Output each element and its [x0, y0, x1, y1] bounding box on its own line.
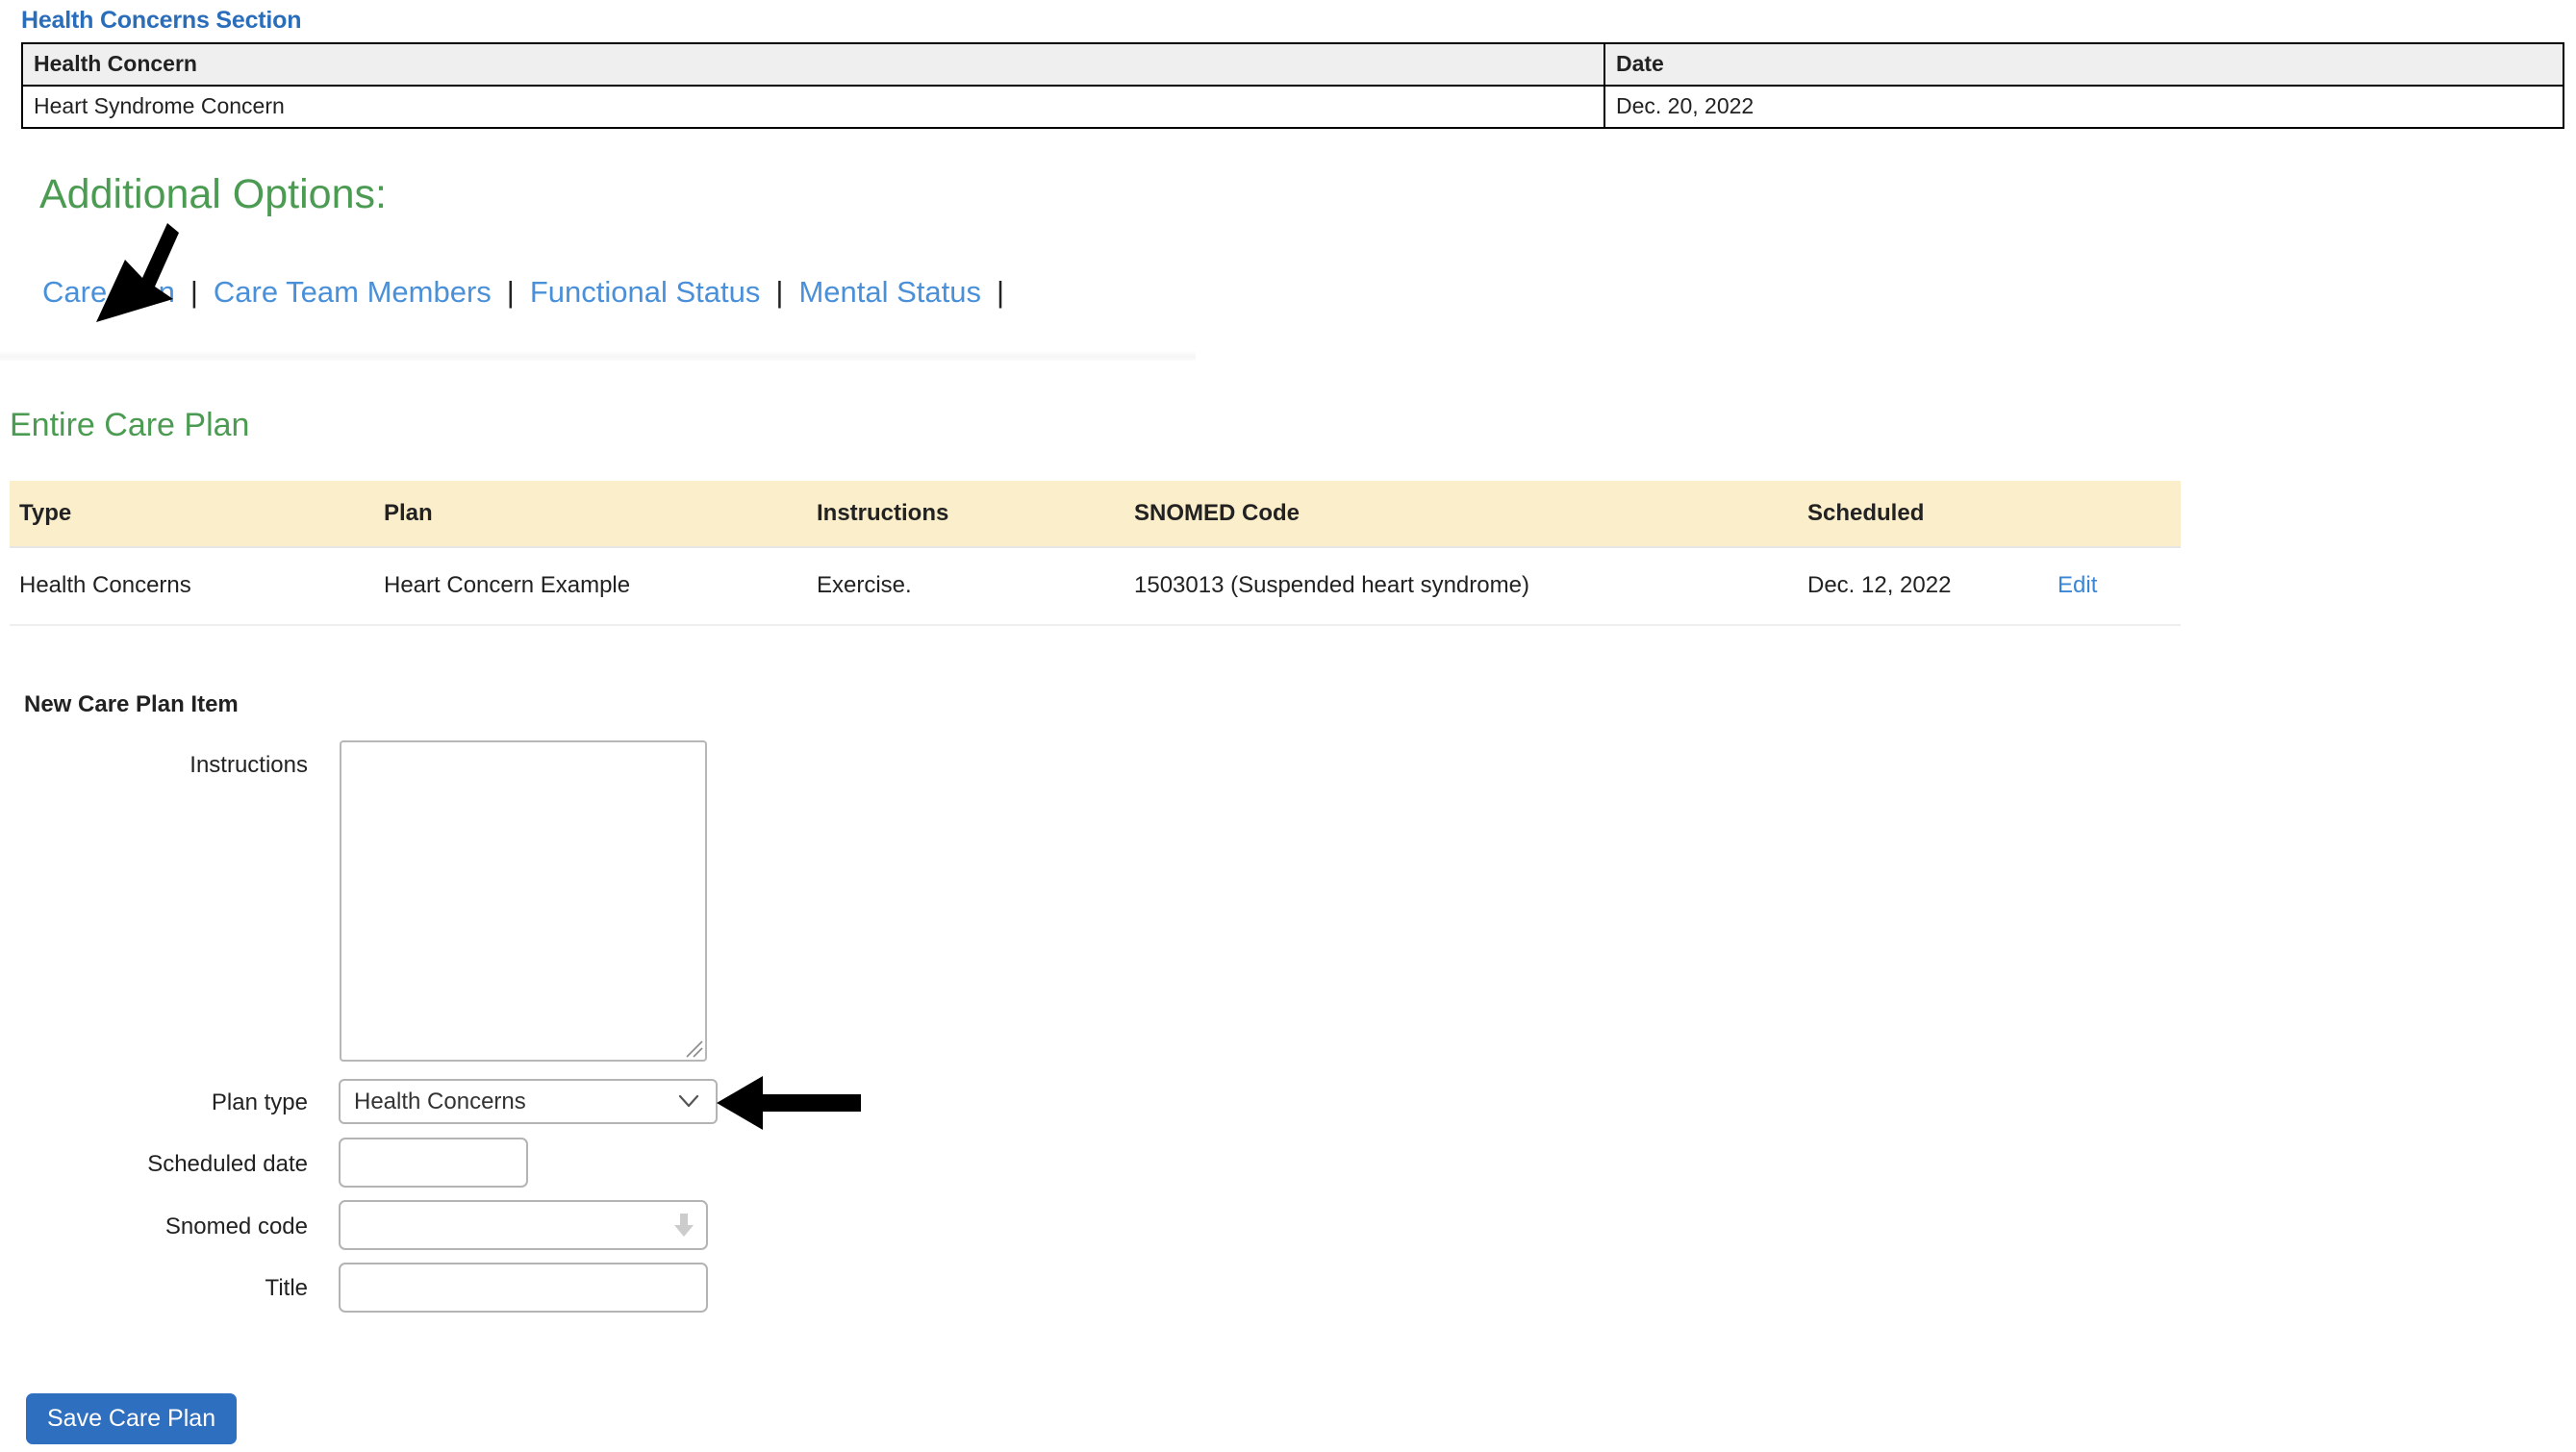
- column-header-health-concern: Health Concern: [21, 42, 1605, 87]
- cell-action: Edit: [2058, 547, 2181, 626]
- column-header-snomed-code: SNOMED Code: [1134, 481, 1807, 547]
- cell-scheduled: Dec. 12, 2022: [1807, 547, 2058, 626]
- cell-date: Dec. 20, 2022: [1604, 85, 2564, 129]
- column-header-date: Date: [1604, 42, 2564, 87]
- column-header-plan: Plan: [384, 481, 817, 547]
- save-care-plan-button[interactable]: Save Care Plan: [26, 1393, 238, 1444]
- link-mental-status[interactable]: Mental Status: [798, 275, 981, 309]
- cell-health-concern: Heart Syndrome Concern: [21, 85, 1605, 129]
- label-instructions: Instructions: [189, 752, 308, 778]
- label-scheduled-date: Scheduled date: [147, 1151, 308, 1177]
- additional-options-heading: Additional Options:: [39, 171, 387, 217]
- plan-type-select[interactable]: Health Concerns: [339, 1079, 718, 1124]
- link-functional-status[interactable]: Functional Status: [530, 275, 761, 309]
- label-plan-type: Plan type: [211, 1089, 308, 1115]
- link-separator: |: [506, 275, 515, 309]
- snomed-code-input[interactable]: [339, 1200, 708, 1250]
- column-header-type: Type: [10, 481, 384, 547]
- column-header-instructions: Instructions: [817, 481, 1134, 547]
- table-row: Heart Syndrome Concern Dec. 20, 2022: [21, 85, 2564, 129]
- column-header-action: [2058, 481, 2181, 547]
- options-divider-band: [0, 351, 1196, 361]
- cell-snomed-code: 1503013 (Suspended heart syndrome): [1134, 547, 1807, 626]
- title-input[interactable]: [339, 1263, 708, 1313]
- table-header-row: Type Plan Instructions SNOMED Code Sched…: [10, 481, 2181, 547]
- link-care-team-members[interactable]: Care Team Members: [214, 275, 492, 309]
- new-care-plan-item-heading: New Care Plan Item: [24, 691, 239, 717]
- table-row: Health Concerns Heart Concern Example Ex…: [10, 547, 2181, 626]
- entire-care-plan-heading: Entire Care Plan: [10, 407, 250, 443]
- cell-instructions: Exercise.: [817, 547, 1134, 626]
- cell-type: Health Concerns: [10, 547, 384, 626]
- link-separator: |: [996, 275, 1005, 309]
- instructions-textarea[interactable]: [340, 740, 707, 1062]
- health-concerns-section-title: Health Concerns Section: [21, 7, 302, 34]
- cell-plan: Heart Concern Example: [384, 547, 817, 626]
- annotation-arrow-plan-type-icon: [717, 1076, 861, 1130]
- label-title: Title: [265, 1275, 308, 1301]
- entire-care-plan-table: Type Plan Instructions SNOMED Code Sched…: [10, 481, 2181, 626]
- label-snomed-code: Snomed code: [164, 1214, 308, 1239]
- edit-link[interactable]: Edit: [2058, 572, 2097, 598]
- link-separator: |: [775, 275, 784, 309]
- scheduled-date-input[interactable]: [339, 1138, 528, 1188]
- annotation-arrow-care-plan-icon: [96, 223, 179, 322]
- health-concerns-table: Health Concern Date Heart Syndrome Conce…: [21, 42, 2564, 129]
- column-header-scheduled: Scheduled: [1807, 481, 2058, 547]
- table-header-row: Health Concern Date: [21, 42, 2564, 87]
